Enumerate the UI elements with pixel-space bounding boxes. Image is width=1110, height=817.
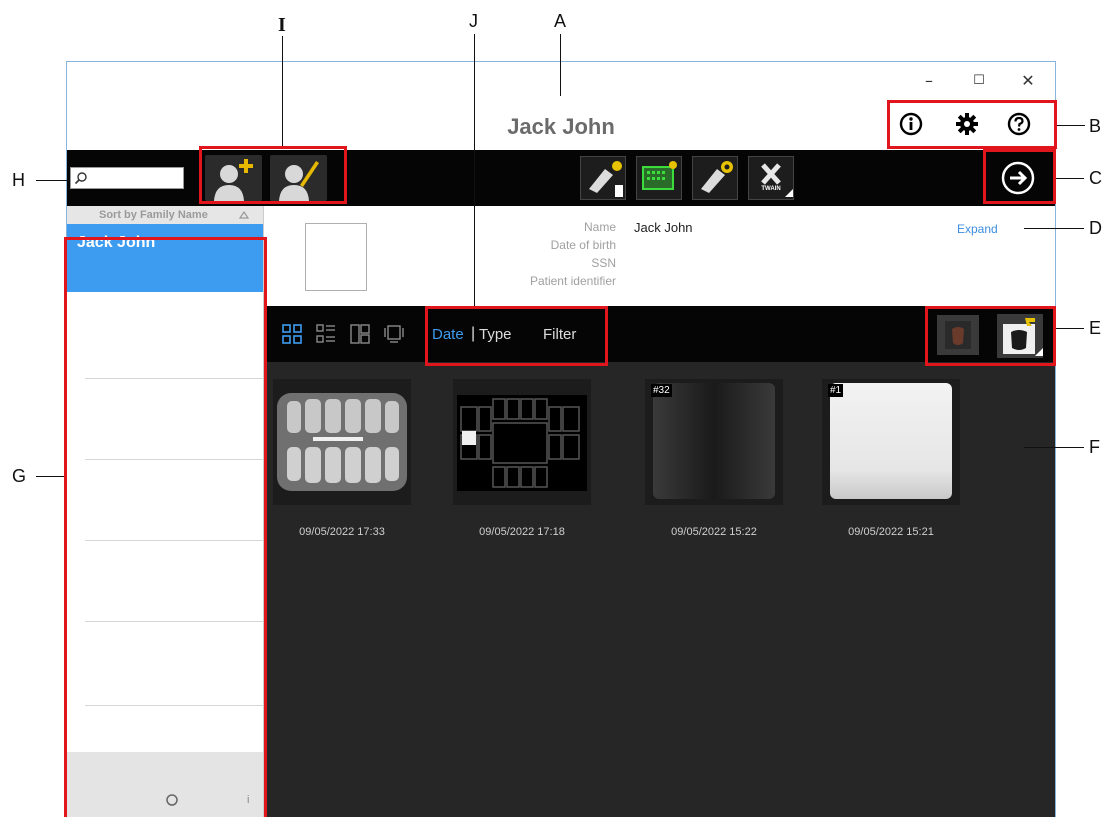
annotation-line-e xyxy=(1056,328,1084,329)
image-thumbnail[interactable] xyxy=(273,379,411,505)
xray-acquisition-button[interactable] xyxy=(580,156,626,200)
image-thumbnail[interactable]: #32 xyxy=(645,379,783,505)
annotation-line-a xyxy=(560,34,561,96)
intraoral-xray-image xyxy=(653,383,775,499)
annotation-label-h: H xyxy=(12,170,25,190)
annotation-label-c: C xyxy=(1089,168,1102,188)
patient-photo[interactable] xyxy=(305,223,367,291)
annotation-box-i xyxy=(199,146,347,204)
image-thumbnail[interactable] xyxy=(453,379,591,505)
annotation-line-f xyxy=(1024,447,1084,448)
list-view-icon[interactable] xyxy=(316,324,336,344)
ssn-label: SSN xyxy=(591,256,616,270)
fmx-template-image xyxy=(457,395,587,491)
annotation-label-b: B xyxy=(1089,116,1102,136)
annotation-label-j: J xyxy=(469,11,478,31)
intraoral-camera-button[interactable] xyxy=(692,156,738,200)
name-value: Jack John xyxy=(634,220,693,235)
image-date: 09/05/2022 17:18 xyxy=(479,526,565,538)
tooth-number-badge: #32 xyxy=(651,384,672,397)
annotation-label-f: F xyxy=(1089,437,1100,457)
compare-view-icon[interactable] xyxy=(350,324,370,344)
sensor-acquisition-button[interactable] xyxy=(636,156,682,200)
annotation-label-g: G xyxy=(12,466,27,486)
annotation-box-g xyxy=(64,237,267,817)
image-gallery: 09/05/2022 17:33 09/05/2022 17:18 #32 09… xyxy=(264,362,1055,817)
twain-icon xyxy=(761,163,793,197)
annotation-label-e: E xyxy=(1089,318,1102,338)
intraoral-xray-image xyxy=(830,383,952,499)
annotation-label-d: D xyxy=(1089,218,1102,238)
annotation-line-d xyxy=(1024,228,1084,229)
annotation-box-c xyxy=(983,149,1056,204)
annotation-line-g xyxy=(36,476,64,477)
annotation-label-a: A xyxy=(554,11,567,31)
patient-search-field[interactable] xyxy=(70,167,184,189)
annotation-line-h xyxy=(36,180,68,181)
annotation-line-i xyxy=(282,36,283,146)
close-button[interactable]: ✕ xyxy=(1013,70,1043,92)
slide-view-icon[interactable] xyxy=(384,324,404,344)
dob-label: Date of birth xyxy=(550,238,616,252)
patient-info-panel: Name Date of birth SSN Patient identifie… xyxy=(264,206,1055,306)
search-icon xyxy=(74,172,87,185)
image-thumbnail[interactable]: #1 xyxy=(822,379,960,505)
twain-label: TWAIN xyxy=(761,186,781,192)
annotation-line-c xyxy=(1056,178,1084,179)
annotation-line-b xyxy=(1057,125,1085,126)
minimize-button[interactable]: – xyxy=(914,70,944,92)
twain-button[interactable]: TWAIN xyxy=(748,156,794,200)
tooth-number-badge: #1 xyxy=(828,384,844,397)
image-date: 09/05/2022 15:21 xyxy=(848,526,934,538)
panoramic-xray-image xyxy=(277,393,407,491)
image-date: 09/05/2022 17:33 xyxy=(299,526,385,538)
sort-header[interactable]: Sort by Family Name xyxy=(67,206,263,224)
annotation-box-j xyxy=(425,306,608,366)
name-label: Name xyxy=(583,220,616,234)
annotation-label-i: I xyxy=(278,14,286,36)
patient-identifier-label: Patient identifier xyxy=(529,274,616,288)
annotation-box-e xyxy=(925,306,1056,366)
sort-label: Sort by Family Name xyxy=(99,209,208,221)
expand-link[interactable]: Expand xyxy=(957,222,998,236)
sort-ascending-icon[interactable] xyxy=(239,211,249,219)
image-date: 09/05/2022 15:22 xyxy=(671,526,757,538)
grid-view-icon[interactable] xyxy=(282,324,302,344)
xray-acquisition-icon xyxy=(589,161,623,197)
annotation-box-b xyxy=(887,100,1057,149)
search-input[interactable] xyxy=(89,169,183,189)
annotation-line-j xyxy=(474,34,475,306)
maximize-button[interactable]: ☐ xyxy=(964,70,994,92)
intraoral-camera-icon xyxy=(701,161,733,193)
sensor-acquisition-icon xyxy=(642,161,677,190)
